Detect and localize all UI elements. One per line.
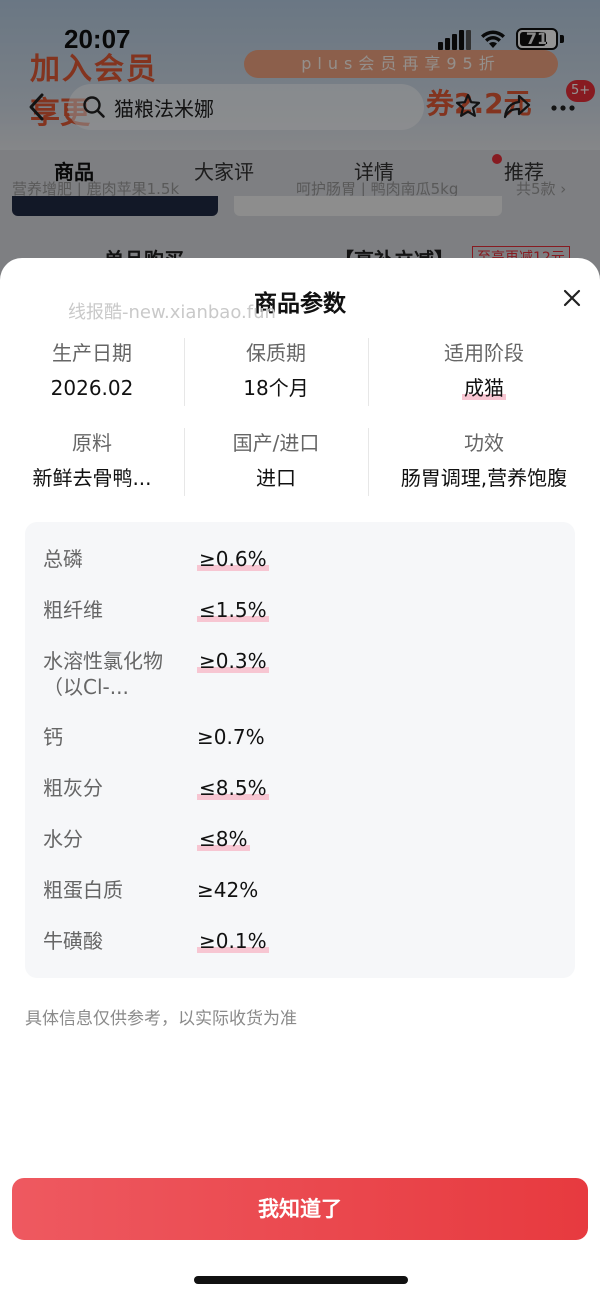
spec-value: ≤8%	[197, 827, 250, 851]
spec-name: 总磷	[43, 547, 83, 571]
spec-value: ≤8.5%	[197, 776, 269, 800]
spec-value: ≤1.5%	[197, 598, 269, 622]
param-value: 肠胃调理,营养饱腹	[400, 466, 568, 490]
spec-name: 粗纤维	[43, 598, 103, 622]
spec-name: 牛磺酸	[43, 929, 103, 953]
nutrition-spec-list: 总磷 ≥0.6% 粗纤维 ≤1.5% 水溶性氯化物（以Cl-... ≥0.3% …	[25, 522, 575, 978]
spec-name: 钙	[43, 725, 63, 749]
param-value: 进口	[256, 466, 296, 490]
spec-name: 粗灰分	[43, 776, 103, 800]
param-label: 功效	[464, 431, 504, 455]
param-cell: 保质期 18个月	[184, 338, 368, 404]
spec-value: ≥0.6%	[197, 547, 269, 571]
param-cell: 国产/进口 进口	[184, 428, 368, 494]
param-cell: 原料 新鲜去骨鸭...	[0, 428, 184, 494]
home-indicator[interactable]	[194, 1276, 408, 1284]
param-cell: 适用阶段 成猫	[384, 338, 584, 404]
param-cell: 功效 肠胃调理,营养饱腹	[384, 428, 584, 494]
param-divider	[368, 428, 369, 496]
param-cell: 生产日期 2026.02	[0, 338, 184, 404]
product-params-sheet: 商品参数 线报酷-new.xianbao.fun 生产日期 2026.02 保质…	[0, 258, 600, 1298]
param-value: 成猫	[462, 376, 506, 400]
param-label: 保质期	[246, 341, 306, 365]
spec-value: ≥0.3%	[197, 649, 269, 673]
spec-name: 水溶性氯化物（以Cl-...	[43, 649, 163, 699]
param-value: 18个月	[243, 376, 309, 400]
param-label: 生产日期	[52, 341, 132, 365]
param-value: 新鲜去骨鸭...	[32, 466, 152, 490]
watermark: 线报酷-new.xianbao.fun	[68, 302, 276, 323]
confirm-button[interactable]: 我知道了	[12, 1178, 588, 1240]
spec-value: ≥0.1%	[197, 929, 269, 953]
param-divider	[368, 338, 369, 406]
spec-name: 水分	[43, 827, 83, 851]
param-label: 原料	[72, 431, 112, 455]
param-value: 2026.02	[50, 376, 134, 400]
param-label: 国产/进口	[232, 431, 320, 455]
disclaimer-note: 具体信息仅供参考，以实际收货为准	[25, 1009, 297, 1029]
spec-name: 粗蛋白质	[43, 878, 123, 902]
spec-value: ≥0.7%	[197, 725, 265, 749]
close-icon[interactable]	[560, 286, 584, 310]
modal-backdrop[interactable]	[0, 0, 600, 300]
param-label: 适用阶段	[444, 341, 524, 365]
spec-value: ≥42%	[197, 878, 259, 902]
